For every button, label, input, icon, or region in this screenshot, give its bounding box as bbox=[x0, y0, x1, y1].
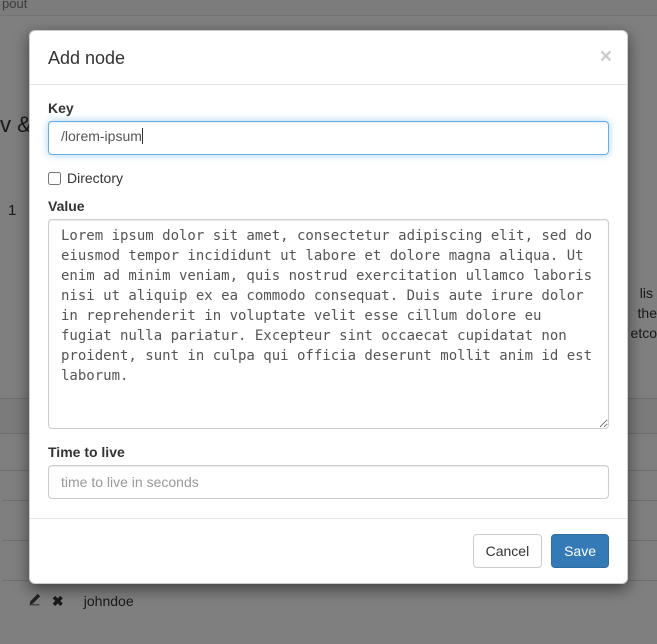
ttl-group: Time to live bbox=[48, 444, 609, 499]
close-icon: × bbox=[600, 45, 612, 68]
save-button[interactable]: Save bbox=[551, 534, 609, 568]
modal-header: Add node × bbox=[30, 31, 627, 85]
value-textarea[interactable] bbox=[48, 219, 609, 429]
key-group: Key /lorem-ipsum bbox=[48, 100, 609, 155]
directory-group: Directory bbox=[48, 170, 609, 186]
value-label: Value bbox=[48, 198, 609, 214]
directory-label[interactable]: Directory bbox=[67, 170, 123, 186]
close-button[interactable]: × bbox=[600, 46, 612, 67]
modal-footer: Cancel Save bbox=[30, 518, 627, 583]
ttl-label: Time to live bbox=[48, 444, 609, 460]
cancel-button[interactable]: Cancel bbox=[473, 534, 543, 568]
key-input[interactable] bbox=[48, 121, 609, 155]
modal-title: Add node bbox=[48, 48, 125, 69]
add-node-modal: Add node × Key /lorem-ipsum Directory Va… bbox=[29, 30, 628, 584]
modal-body: Key /lorem-ipsum Directory Value Time to… bbox=[30, 85, 627, 518]
value-group: Value bbox=[48, 198, 609, 429]
key-label: Key bbox=[48, 100, 609, 116]
directory-checkbox[interactable] bbox=[48, 172, 61, 185]
ttl-input[interactable] bbox=[48, 465, 609, 499]
